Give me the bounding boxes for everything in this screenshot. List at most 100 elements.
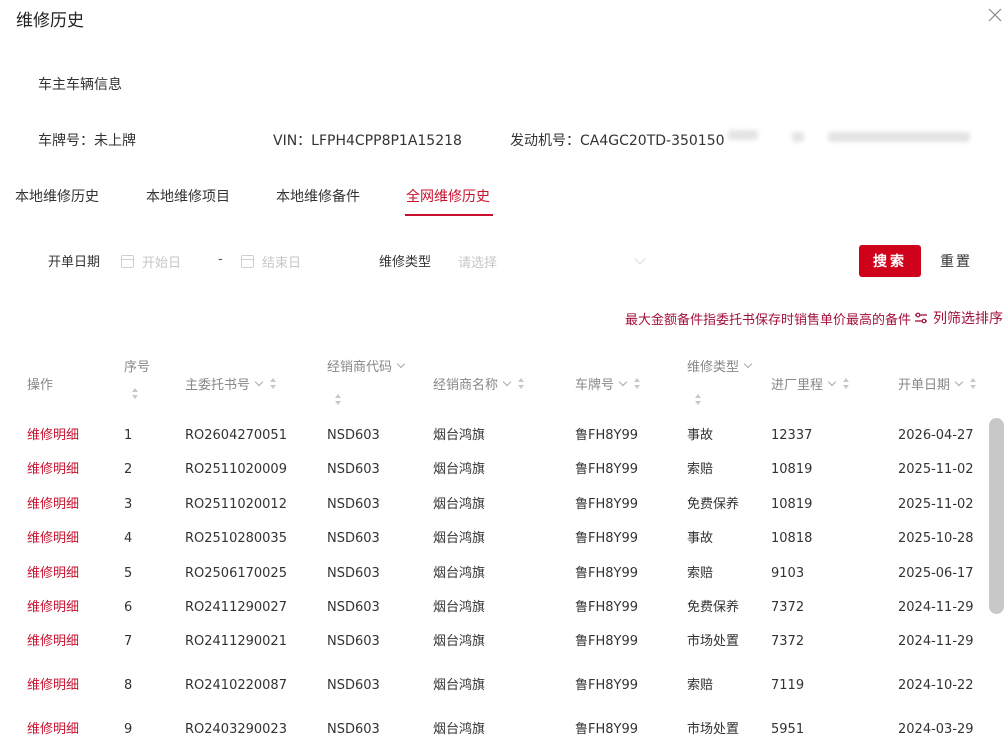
start-date-input[interactable]: 开始日 — [121, 250, 211, 272]
cell-dealer-code: NSD603 — [327, 497, 380, 512]
sort-icon[interactable] — [335, 394, 342, 405]
sort-icon[interactable] — [270, 378, 277, 389]
active-tab-indicator — [405, 214, 493, 216]
cell-dealer-code: NSD603 — [327, 634, 380, 649]
repair-detail-link[interactable]: 维修明细 — [27, 720, 79, 740]
cell-mileage: 7372 — [771, 634, 805, 649]
cell-plate: 鲁FH8Y99 — [575, 600, 639, 615]
table-row: 维修明细 5 RO2506170025 NSD603 烟台鸿旗 鲁FH8Y99 … — [0, 564, 990, 594]
redacted-text — [728, 130, 758, 140]
repair-detail-link[interactable]: 维修明细 — [27, 632, 79, 652]
repair-detail-link[interactable]: 维修明细 — [27, 460, 79, 480]
cell-seq: 2 — [124, 462, 133, 477]
header-ro-label: 主委托书号 — [185, 378, 251, 393]
cell-ro: RO2511020009 — [185, 462, 287, 477]
cell-repair-type: 索赔 — [687, 462, 714, 477]
engine-info: 发动机号：CA4GC20TD-350150 — [510, 133, 725, 149]
close-icon[interactable] — [987, 7, 1003, 23]
cell-seq: 1 — [124, 428, 133, 443]
cell-dealer-name: 烟台鸿旗 — [433, 678, 486, 693]
table-row: 维修明细 6 RO2411290027 NSD603 烟台鸿旗 鲁FH8Y99 … — [0, 598, 990, 628]
table-row: 维修明细 4 RO2510280035 NSD603 烟台鸿旗 鲁FH8Y99 … — [0, 529, 990, 559]
cell-ro: RO2511020012 — [185, 497, 287, 512]
header-op-label: 操作 — [27, 378, 54, 393]
sort-icon[interactable] — [132, 388, 139, 399]
cell-seq: 4 — [124, 531, 133, 546]
cell-dealer-name: 烟台鸿旗 — [433, 600, 486, 615]
cell-mileage: 10818 — [771, 531, 813, 546]
cell-seq: 6 — [124, 600, 133, 615]
cell-mileage: 12337 — [771, 428, 813, 443]
cell-date: 2025-10-28 — [898, 531, 974, 546]
header-dealer-code[interactable]: 经销商代码 — [327, 356, 406, 375]
cell-plate: 鲁FH8Y99 — [575, 462, 639, 477]
cell-dealer-name: 烟台鸿旗 — [433, 497, 486, 512]
cell-date: 2024-11-29 — [898, 634, 974, 649]
cell-date: 2025-11-02 — [898, 462, 974, 477]
cell-plate: 鲁FH8Y99 — [575, 428, 639, 443]
sort-icon[interactable] — [634, 378, 641, 389]
header-mileage[interactable]: 进厂里程 — [771, 374, 850, 393]
repair-detail-link[interactable]: 维修明细 — [27, 495, 79, 515]
cell-mileage: 7372 — [771, 600, 805, 615]
cell-plate: 鲁FH8Y99 — [575, 678, 639, 693]
chevron-down-icon — [954, 377, 964, 386]
vertical-scrollbar[interactable] — [989, 418, 1004, 614]
table-row: 维修明细 1 RO2604270051 NSD603 烟台鸿旗 鲁FH8Y99 … — [0, 426, 990, 456]
date-separator: - — [218, 252, 223, 267]
sort-icon[interactable] — [518, 378, 525, 389]
tab-network-history[interactable]: 全网维修历史 — [406, 186, 490, 206]
sort-icon[interactable] — [843, 378, 850, 389]
chevron-down-icon — [396, 359, 406, 368]
repair-detail-link[interactable]: 维修明细 — [27, 426, 79, 446]
redacted-text — [828, 132, 970, 142]
tab-local-history[interactable]: 本地维修历史 — [15, 186, 99, 206]
search-button[interactable]: 搜索 — [859, 245, 921, 277]
repair-detail-link[interactable]: 维修明细 — [27, 564, 79, 584]
cell-plate: 鲁FH8Y99 — [575, 634, 639, 649]
vehicle-info-title: 车主车辆信息 — [38, 77, 122, 93]
header-seq[interactable]: 序号 — [124, 356, 150, 375]
header-repair-type[interactable]: 维修类型 — [687, 356, 753, 375]
end-date-placeholder: 结束日 — [262, 255, 302, 271]
sort-icon[interactable] — [695, 394, 702, 405]
cell-dealer-name: 烟台鸿旗 — [433, 722, 486, 737]
modal-title: 维修历史 — [16, 11, 84, 31]
cell-date: 2024-11-29 — [898, 600, 974, 615]
cell-ro: RO2410220087 — [185, 678, 287, 693]
repair-detail-link[interactable]: 维修明细 — [27, 598, 79, 618]
cell-date: 2024-03-29 — [898, 722, 974, 737]
start-date-placeholder: 开始日 — [142, 255, 182, 271]
header-date[interactable]: 开单日期 — [898, 374, 977, 393]
cell-dealer-code: NSD603 — [327, 462, 380, 477]
table-row: 维修明细 9 RO2403290023 NSD603 烟台鸿旗 鲁FH8Y99 … — [0, 720, 990, 750]
header-dealer-code-label: 经销商代码 — [327, 360, 393, 375]
cell-date: 2024-10-22 — [898, 678, 974, 693]
cell-dealer-name: 烟台鸿旗 — [433, 634, 486, 649]
column-filter-sort-label: 列筛选排序 — [933, 311, 1003, 327]
cell-mileage: 5951 — [771, 722, 805, 737]
cell-seq: 9 — [124, 722, 133, 737]
tab-local-items[interactable]: 本地维修项目 — [146, 186, 230, 206]
column-filter-sort-button[interactable]: 列筛选排序 — [914, 308, 1003, 328]
repair-detail-link[interactable]: 维修明细 — [27, 676, 79, 696]
cell-ro: RO2411290021 — [185, 634, 287, 649]
header-dealer-name[interactable]: 经销商名称 — [433, 374, 525, 393]
repair-detail-link[interactable]: 维修明细 — [27, 529, 79, 549]
end-date-input[interactable]: 结束日 — [241, 250, 331, 272]
chevron-down-icon — [254, 377, 264, 386]
header-ro[interactable]: 主委托书号 — [185, 374, 277, 393]
header-mileage-label: 进厂里程 — [771, 378, 824, 393]
header-plate[interactable]: 车牌号 — [575, 374, 641, 393]
cell-plate: 鲁FH8Y99 — [575, 497, 639, 512]
cell-ro: RO2604270051 — [185, 428, 287, 443]
reset-button[interactable]: 重置 — [940, 251, 972, 271]
cell-dealer-name: 烟台鸿旗 — [433, 531, 486, 546]
repair-type-select[interactable]: 请选择 — [458, 250, 648, 272]
cell-seq: 5 — [124, 566, 133, 581]
repair-type-filter-label: 维修类型 — [379, 255, 432, 270]
sort-icon[interactable] — [970, 378, 977, 389]
tab-local-parts[interactable]: 本地维修备件 — [276, 186, 360, 206]
cell-dealer-name: 烟台鸿旗 — [433, 462, 486, 477]
redacted-text — [792, 132, 804, 142]
